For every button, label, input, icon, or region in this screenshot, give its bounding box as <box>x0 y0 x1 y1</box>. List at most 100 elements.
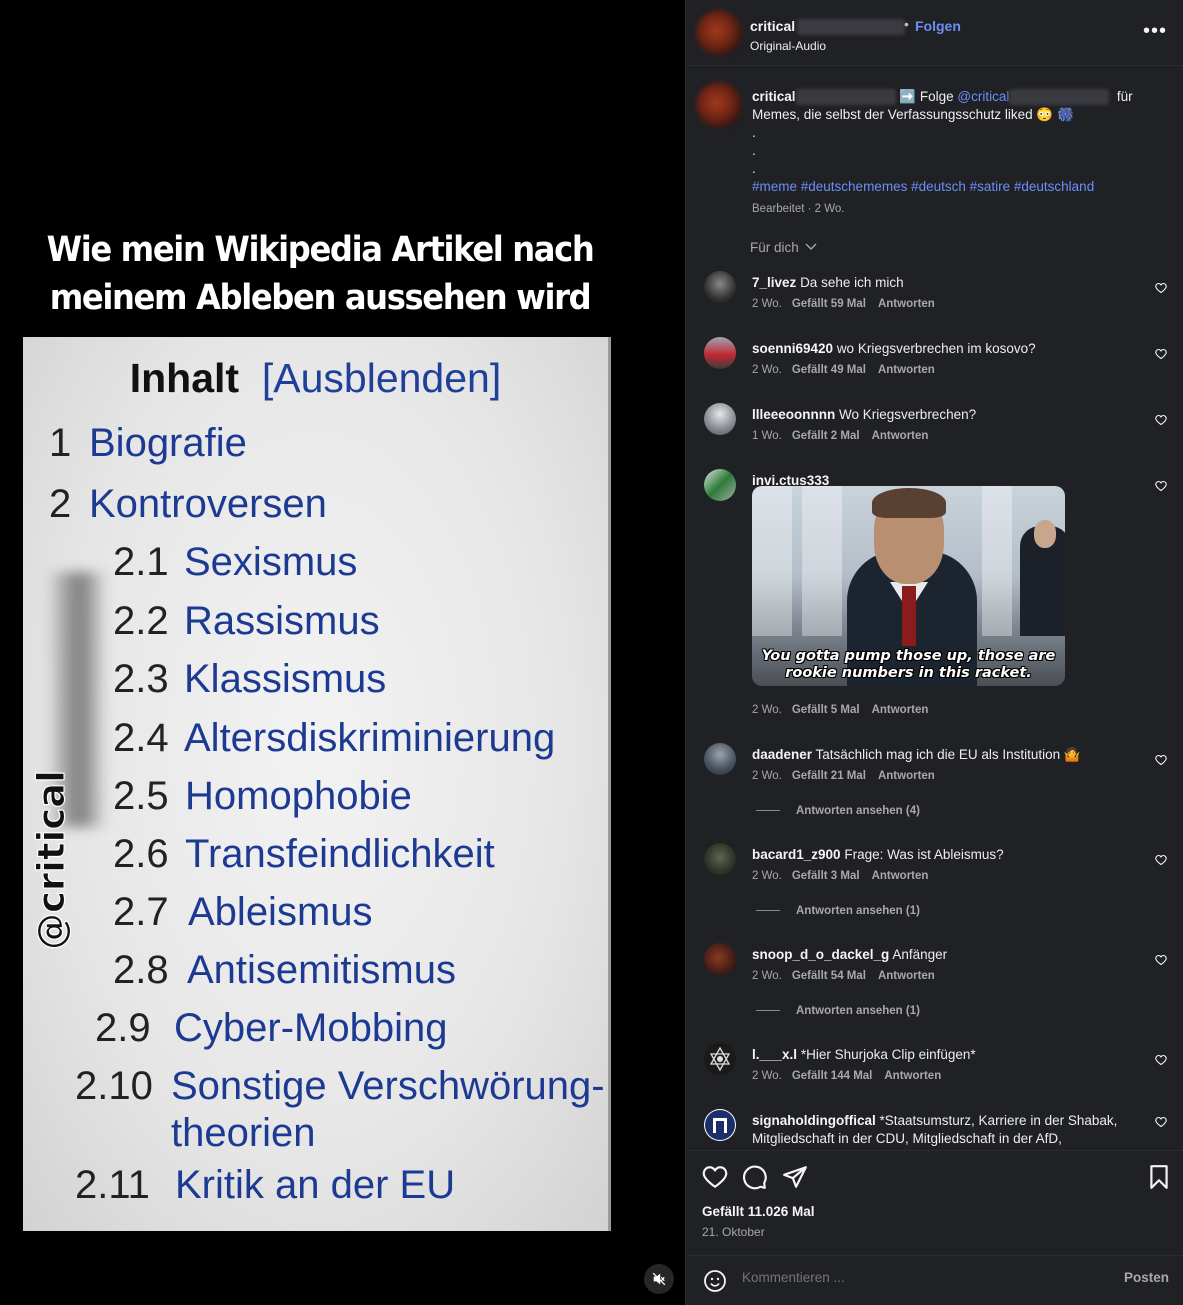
heart-icon[interactable] <box>1155 414 1167 426</box>
speaker-muted-icon <box>652 1272 666 1286</box>
commenter-username[interactable]: soenni69420 <box>752 341 833 356</box>
commenter-avatar[interactable] <box>704 1043 736 1075</box>
comment-filter-dropdown[interactable]: Für dich <box>750 240 817 255</box>
heart-icon[interactable] <box>1155 348 1167 360</box>
original-audio-link[interactable]: Original-Audio <box>750 39 826 53</box>
toc-heading: Inhalt <box>129 355 240 401</box>
comment-time: 2 Wo. <box>752 298 782 310</box>
toc-item: 2.9 Cyber-Mobbing <box>95 1006 448 1050</box>
toc-item: 2.8 Antisemitismus <box>113 948 456 992</box>
comment-text: snoop_d_o_dackel_g Anfänger <box>752 947 948 962</box>
commenter-username[interactable]: l.___x.l <box>752 1047 797 1062</box>
commenter-avatar[interactable] <box>704 943 736 975</box>
comment-likes[interactable]: Gefällt 21 Mal <box>792 770 866 782</box>
comment-text: signaholdingoffical *Staatsumsturz, Karr… <box>752 1113 1118 1146</box>
blurred-username-suffix <box>795 89 896 106</box>
comment-text: bacard1_z900 Frage: Was ist Ableismus? <box>752 847 1004 862</box>
caption-dot: . <box>752 143 756 158</box>
like-heart-icon[interactable] <box>702 1164 728 1190</box>
comment-likes[interactable]: Gefällt 2 Mal <box>792 430 860 442</box>
reply-button[interactable]: Antworten <box>872 430 929 442</box>
toc-item: 1 Biografie <box>49 421 247 465</box>
commenter-avatar[interactable] <box>704 743 736 775</box>
view-replies-button[interactable]: Antworten ansehen (1) <box>756 905 920 917</box>
reply-button[interactable]: Antworten <box>878 298 935 310</box>
caption-username[interactable]: critical <box>752 89 796 104</box>
heart-icon[interactable] <box>1155 282 1167 294</box>
view-replies-button[interactable]: Antworten ansehen (4) <box>756 805 920 817</box>
heart-icon[interactable] <box>1155 480 1167 492</box>
comment-likes[interactable]: Gefällt 59 Mal <box>792 298 866 310</box>
caption-mention-link[interactable]: @critical <box>957 89 1009 104</box>
commenter-username[interactable]: daadener <box>752 747 812 762</box>
comment-time: 2 Wo. <box>752 364 782 376</box>
caption-for-text: für <box>1116 89 1133 104</box>
comment-text: llleeeoonnnn Wo Kriegsverbrechen? <box>752 407 977 422</box>
post-panel: critical • Folgen Original-Audio ••• cri… <box>685 0 1183 1305</box>
emoji-icon[interactable] <box>703 1269 727 1293</box>
commenter-avatar[interactable] <box>704 403 736 435</box>
reply-button[interactable]: Antworten <box>872 870 929 882</box>
arrow-emoji: ➡️ <box>899 89 917 104</box>
heart-icon[interactable] <box>1155 954 1167 966</box>
commenter-avatar[interactable] <box>704 469 736 501</box>
toc-item: 2.5 Homophobie <box>113 774 412 818</box>
commenter-username[interactable]: snoop_d_o_dackel_g <box>752 947 889 962</box>
comment-likes[interactable]: Gefällt 49 Mal <box>792 364 866 376</box>
share-send-icon[interactable] <box>782 1164 808 1190</box>
caption-hashtags[interactable]: #meme #deutschememes #deutsch #satire #d… <box>752 179 1094 194</box>
reply-button[interactable]: Antworten <box>884 1070 941 1082</box>
reel-video[interactable]: Wie mein Wikipedia Artikel nach meinem A… <box>0 0 685 1305</box>
comment-input[interactable] <box>742 1270 1072 1285</box>
commenter-username[interactable]: signaholdingoffical <box>752 1113 876 1128</box>
comment-meta: 2 Wo. Gefällt 144 Mal Antworten <box>752 1070 941 1082</box>
toc-item: 2.6 Transfeindlichkeit <box>113 832 495 876</box>
caption-dot: . <box>752 161 756 176</box>
commenter-avatar[interactable] <box>704 843 736 875</box>
wikipedia-toc: Inhalt [Ausblenden] 1 Biografie 2 Kontrove… <box>23 337 611 1231</box>
mute-button[interactable] <box>644 1264 674 1294</box>
comment-time: 1 Wo. <box>752 430 782 442</box>
commenter-username[interactable]: 7_livez <box>752 275 796 290</box>
author-avatar[interactable] <box>696 10 742 56</box>
comment-meta: 2 Wo. Gefällt 54 Mal Antworten <box>752 970 935 982</box>
heart-icon[interactable] <box>1155 854 1167 866</box>
reply-button[interactable]: Antworten <box>878 770 935 782</box>
caption-author-avatar[interactable] <box>696 82 742 128</box>
heart-icon[interactable] <box>1155 754 1167 766</box>
reply-button[interactable]: Antworten <box>878 364 935 376</box>
view-replies-button[interactable]: Antworten ansehen (1) <box>756 1005 920 1017</box>
heart-icon[interactable] <box>1155 1054 1167 1066</box>
heart-icon[interactable] <box>1155 1116 1167 1128</box>
like-count[interactable]: Gefällt 11.026 Mal <box>702 1204 815 1219</box>
comment-time: 2 Wo. <box>752 770 782 782</box>
author-username[interactable]: critical <box>750 18 906 36</box>
blurred-mention-suffix <box>1009 89 1110 106</box>
post-comment-button[interactable]: Posten <box>1124 1270 1169 1285</box>
post-actions: Gefällt 11.026 Mal 21. Oktober Posten <box>686 1150 1183 1300</box>
watermark-handle: @critical <box>30 770 74 951</box>
bookmark-icon[interactable] <box>1146 1164 1172 1190</box>
commenter-avatar[interactable] <box>704 271 736 303</box>
post-date: 21. Oktober <box>702 1225 765 1239</box>
follow-button[interactable]: Folgen <box>915 18 961 34</box>
reply-button[interactable]: Antworten <box>872 704 929 716</box>
caption-meta: Bearbeitet · 2 Wo. <box>752 203 845 215</box>
comment-gif[interactable]: You gotta pump those up, those are rooki… <box>752 486 1065 686</box>
comment-filter-label: Für dich <box>750 240 799 255</box>
gif-subtitle: You gotta pump those up, those are rooki… <box>761 648 1056 681</box>
comment-bubble-icon[interactable] <box>742 1164 768 1190</box>
comment-meta: 2 Wo. Gefällt 59 Mal Antworten <box>752 298 935 310</box>
emblem-avatar-icon <box>709 1046 731 1072</box>
more-options-icon[interactable]: ••• <box>1143 20 1167 43</box>
reply-button[interactable]: Antworten <box>878 970 935 982</box>
commenter-username[interactable]: bacard1_z900 <box>752 847 841 862</box>
comment-likes[interactable]: Gefällt 3 Mal <box>792 870 860 882</box>
comment-likes[interactable]: Gefällt 54 Mal <box>792 970 866 982</box>
comment-text: daadener Tatsächlich mag ich die EU als … <box>752 747 1081 762</box>
comment-likes[interactable]: Gefällt 144 Mal <box>792 1070 873 1082</box>
commenter-avatar[interactable] <box>704 1109 736 1141</box>
commenter-username[interactable]: llleeeoonnnn <box>752 407 835 422</box>
comment-likes[interactable]: Gefällt 5 Mal <box>792 704 860 716</box>
commenter-avatar[interactable] <box>704 337 736 369</box>
